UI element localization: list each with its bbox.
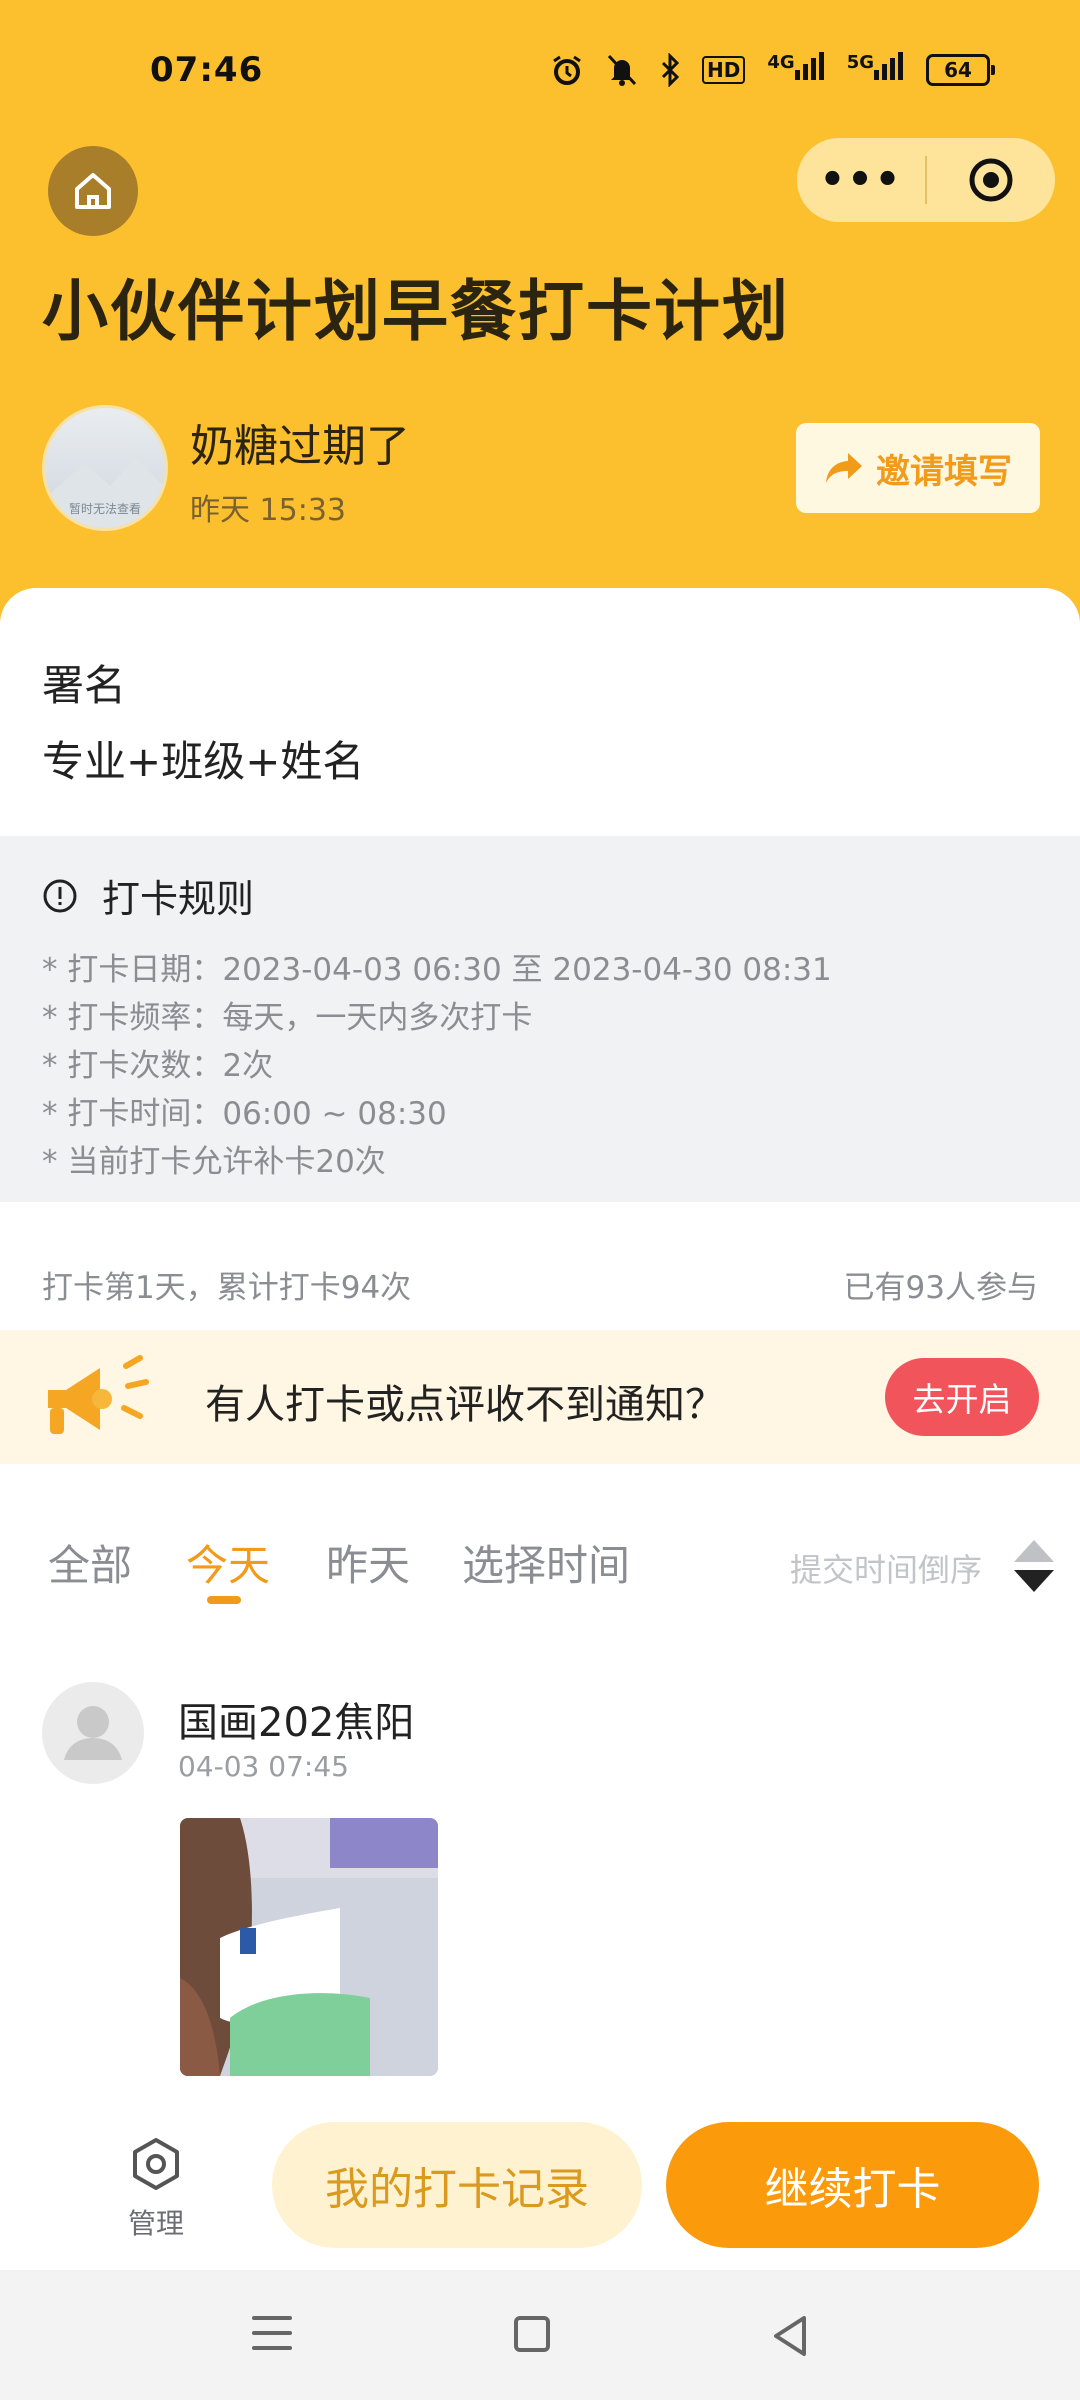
sort-label[interactable]: 提交时间倒序 bbox=[790, 1545, 982, 1591]
notification-text: 有人打卡或点评收不到通知？ bbox=[205, 1382, 725, 1428]
target-icon bbox=[969, 158, 1013, 202]
enable-notification-button[interactable]: 去开启 bbox=[885, 1358, 1039, 1436]
invite-button[interactable]: 邀请填写 bbox=[796, 423, 1040, 513]
page-title: 小伙伴计划早餐打卡计划 bbox=[42, 273, 790, 350]
manage-button[interactable]: 管理 bbox=[118, 2136, 194, 2242]
invite-label: 邀请填写 bbox=[876, 451, 1012, 492]
active-tab-indicator bbox=[207, 1596, 241, 1604]
bluetooth-icon bbox=[661, 52, 680, 87]
checkin-stats: 打卡第1天，累计打卡94次 bbox=[42, 1270, 412, 1306]
more-button[interactable]: ••• bbox=[797, 138, 925, 222]
author-avatar[interactable]: 暂时无法查看 bbox=[42, 405, 168, 531]
rules-heading: 打卡规则 bbox=[42, 868, 254, 923]
alarm-icon bbox=[553, 55, 581, 85]
manage-label: 管理 bbox=[127, 2207, 184, 2240]
post-avatar[interactable] bbox=[42, 1682, 144, 1784]
tab-yesterday[interactable]: 昨天 bbox=[326, 1532, 410, 1593]
mini-program-capsule: ••• bbox=[797, 138, 1055, 222]
rule-time: * 打卡时间：06:00 ~ 08:30 bbox=[42, 1096, 447, 1132]
home-button[interactable] bbox=[48, 146, 138, 236]
home-icon bbox=[75, 173, 111, 209]
signal-4g-label: 4G bbox=[767, 52, 795, 73]
participant-count: 已有93人参与 bbox=[843, 1270, 1038, 1306]
sort-toggle-icon[interactable] bbox=[1012, 1538, 1056, 1594]
battery-indicator: 64 bbox=[926, 53, 995, 86]
tab-today[interactable]: 今天 bbox=[186, 1532, 270, 1593]
signature-title: 署名 bbox=[42, 661, 127, 710]
avatar-caption: 暂时无法查看 bbox=[68, 502, 141, 516]
mute-bell-icon bbox=[607, 54, 637, 86]
hd-badge: HD bbox=[702, 55, 746, 84]
info-icon bbox=[43, 879, 77, 912]
signal-5g: 5G bbox=[847, 52, 904, 87]
user-icon bbox=[64, 1706, 122, 1760]
post-photo[interactable] bbox=[180, 1818, 438, 2076]
continue-checkin-button[interactable]: 继续打卡 bbox=[666, 2122, 1039, 2248]
tab-all[interactable]: 全部 bbox=[48, 1532, 132, 1593]
status-icons: HD 4G 5G 64 bbox=[550, 52, 995, 87]
signature-card bbox=[0, 588, 1080, 838]
nav-home-icon[interactable] bbox=[514, 2316, 550, 2352]
share-arrow-icon bbox=[826, 453, 862, 483]
back-icon[interactable] bbox=[770, 2314, 810, 2358]
photo-thumbnail-icon bbox=[180, 1818, 438, 2076]
post-author-name: 国画202焦阳 bbox=[178, 1700, 415, 1746]
status-bar: 07:46 HD 4G 5G 64 bbox=[0, 0, 1080, 140]
author-time: 昨天 15:33 bbox=[190, 493, 346, 528]
rules-heading-label: 打卡规则 bbox=[102, 877, 255, 921]
signal-bars-icon bbox=[874, 52, 903, 80]
my-records-button[interactable]: 我的打卡记录 bbox=[272, 2122, 642, 2248]
post-time: 04-03 07:45 bbox=[178, 1750, 349, 1783]
author-name: 奶糖过期了 bbox=[190, 421, 410, 472]
rule-frequency: * 打卡频率：每天，一天内多次打卡 bbox=[42, 1000, 533, 1036]
recents-menu-icon[interactable] bbox=[252, 2316, 292, 2361]
signal-5g-label: 5G bbox=[846, 52, 874, 73]
rule-makeup: * 当前打卡允许补卡20次 bbox=[42, 1144, 386, 1180]
signal-4g: 4G bbox=[767, 52, 824, 87]
megaphone-icon bbox=[48, 1355, 149, 1434]
rule-date: * 打卡日期：2023-04-03 06:30 至 2023-04-30 08:… bbox=[42, 952, 832, 988]
signal-bars-icon bbox=[794, 52, 824, 80]
signature-desc: 专业+班级+姓名 bbox=[42, 737, 365, 786]
tab-select-time[interactable]: 选择时间 bbox=[462, 1532, 630, 1593]
rule-count: * 打卡次数：2次 bbox=[42, 1048, 274, 1084]
gear-icon bbox=[133, 2138, 179, 2190]
status-time: 07:46 bbox=[150, 50, 264, 90]
close-mini-program-button[interactable] bbox=[927, 156, 1055, 204]
